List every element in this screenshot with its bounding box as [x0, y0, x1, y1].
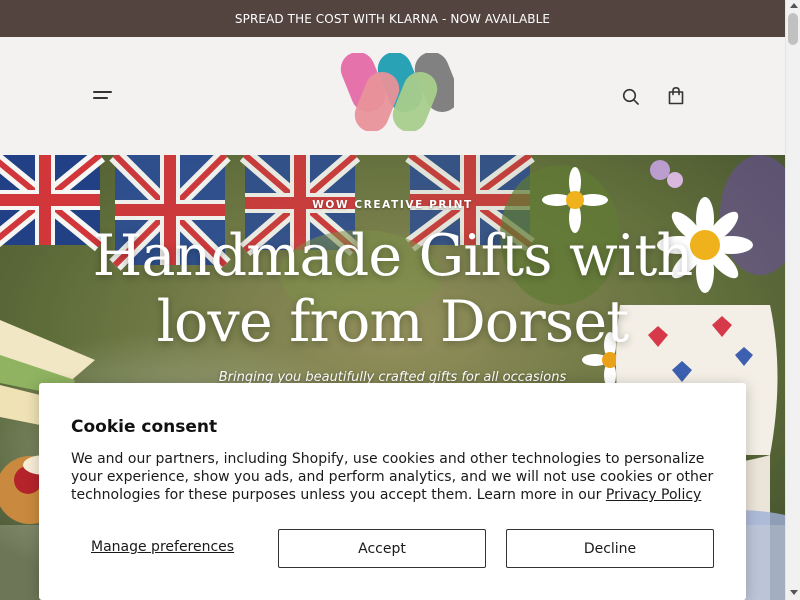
scrollbar-thumb[interactable]	[788, 13, 798, 45]
accept-button[interactable]: Accept	[278, 529, 486, 568]
privacy-policy-link[interactable]: Privacy Policy	[606, 487, 701, 503]
scrollbar[interactable]	[785, 0, 800, 600]
search-button[interactable]	[620, 86, 642, 108]
announcement-text: SPREAD THE COST WITH KLARNA - NOW AVAILA…	[234, 11, 551, 26]
cookie-title: Cookie consent	[71, 417, 218, 437]
menu-button[interactable]	[92, 87, 114, 105]
decline-button[interactable]: Decline	[506, 529, 714, 568]
hamburger-menu-icon	[93, 91, 112, 93]
shopping-bag-icon	[668, 86, 684, 105]
manage-preferences-button[interactable]: Manage preferences	[91, 539, 234, 555]
hero-eyebrow: WOW CREATIVE PRINT	[312, 199, 473, 211]
announcement-bar: SPREAD THE COST WITH KLARNA - NOW AVAILA…	[0, 0, 785, 37]
scroll-up-arrow-icon[interactable]	[790, 3, 798, 8]
cookie-consent-dialog: Cookie consent We and our partners, incl…	[39, 383, 746, 600]
site-header	[0, 37, 785, 155]
hero-title: Handmade Gifts with love from Dorset	[92, 223, 694, 355]
search-icon	[622, 88, 639, 105]
wow-logo[interactable]	[338, 53, 454, 131]
hamburger-menu-icon-line	[93, 97, 108, 99]
scroll-down-arrow-icon[interactable]	[790, 590, 798, 595]
cookie-description: We and our partners, including Shopify, …	[71, 450, 721, 504]
cart-button[interactable]	[665, 85, 687, 107]
